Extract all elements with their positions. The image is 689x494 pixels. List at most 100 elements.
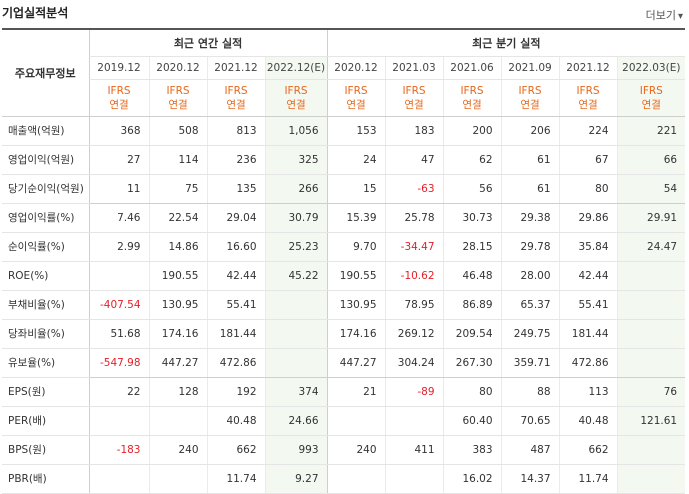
value-cell: 266	[264, 174, 328, 204]
standard-label: IFRS	[344, 84, 368, 97]
value-cell: 9.70	[326, 232, 386, 262]
value-cell: -407.54	[88, 290, 149, 320]
value-cell: 174.16	[326, 319, 386, 349]
value-cell: 993	[264, 435, 328, 465]
value-cell: 508	[148, 116, 207, 146]
value-cell: 30.73	[442, 203, 502, 233]
value-cell: 21	[326, 377, 386, 407]
value-cell: 447.27	[326, 348, 386, 378]
value-cell: 487	[500, 435, 560, 465]
value-cell: 29.04	[206, 203, 265, 233]
value-cell: 7.46	[88, 203, 149, 233]
consolidation-label: 연결	[226, 98, 246, 111]
value-cell: 304.24	[384, 348, 444, 378]
value-cell: 411	[384, 435, 444, 465]
value-cell: 47	[384, 145, 444, 175]
row-label: PBR(배)	[2, 464, 89, 494]
value-cell	[616, 319, 686, 349]
accounting-standard: IFRS 연결	[206, 79, 265, 117]
table-row: 영업이익률(%) 7.46 22.54 29.04 30.79 15.39 25.78 30.…	[2, 203, 686, 233]
value-cell: 42.44	[206, 261, 265, 291]
value-cell: 135	[206, 174, 265, 204]
value-cell: 29.86	[558, 203, 618, 233]
value-cell: 22.54	[148, 203, 207, 233]
value-cell: 54	[616, 174, 686, 204]
period-header: 2022.03(E)	[616, 56, 686, 80]
value-cell: 56	[442, 174, 502, 204]
value-cell: 174.16	[148, 319, 207, 349]
value-cell: 14.86	[148, 232, 207, 262]
standard-label: IFRS	[166, 84, 190, 97]
period-header: 2021.09	[500, 56, 560, 80]
value-cell: -183	[88, 435, 149, 465]
value-cell: 181.44	[558, 319, 618, 349]
value-cell: 29.78	[500, 232, 560, 262]
value-cell: 472.86	[206, 348, 265, 378]
value-cell: 55.41	[558, 290, 618, 320]
value-cell: 128	[148, 377, 207, 407]
corner-label: 주요재무정보	[2, 28, 89, 117]
value-cell: 15.39	[326, 203, 386, 233]
standard-label: IFRS	[518, 84, 542, 97]
value-cell: 224	[558, 116, 618, 146]
row-label: 매출액(억원)	[2, 116, 89, 146]
value-cell: 24.47	[616, 232, 686, 262]
value-cell: 70.65	[500, 406, 560, 436]
value-cell: 67	[558, 145, 618, 175]
period-header: 2022.12(E)	[264, 56, 328, 80]
consolidation-label: 연결	[168, 98, 188, 111]
period-header: 2020.12	[326, 56, 386, 80]
value-cell	[616, 435, 686, 465]
accounting-standard: IFRS 연결	[500, 79, 560, 117]
value-cell: 16.02	[442, 464, 502, 494]
value-cell: 29.91	[616, 203, 686, 233]
value-cell: 15	[326, 174, 386, 204]
value-cell: 28.00	[500, 261, 560, 291]
value-cell: -547.98	[88, 348, 149, 378]
value-cell	[88, 261, 149, 291]
value-cell	[264, 319, 328, 349]
standard-label: IFRS	[107, 84, 131, 97]
value-cell	[384, 464, 444, 494]
value-cell: 267.30	[442, 348, 502, 378]
value-cell: -10.62	[384, 261, 444, 291]
value-cell	[88, 464, 149, 494]
value-cell: 236	[206, 145, 265, 175]
value-cell: 114	[148, 145, 207, 175]
value-cell	[264, 348, 328, 378]
value-cell: 25.23	[264, 232, 328, 262]
value-cell: 42.44	[558, 261, 618, 291]
value-cell: 45.22	[264, 261, 328, 291]
financial-table: 주요재무정보 최근 연간 실적 최근 분기 실적 2019.12 2020.12 2…	[2, 28, 686, 494]
accounting-standard: IFRS 연결	[616, 79, 686, 117]
standard-label: IFRS	[576, 84, 600, 97]
more-link[interactable]: 더보기 ▾	[646, 7, 683, 23]
period-header: 2021.03	[384, 56, 444, 80]
value-cell: 447.27	[148, 348, 207, 378]
value-cell: 183	[384, 116, 444, 146]
consolidation-label: 연결	[641, 98, 661, 111]
value-cell: 190.55	[148, 261, 207, 291]
quarterly-group-header: 최근 분기 실적	[326, 28, 686, 57]
row-label: BPS(원)	[2, 435, 89, 465]
value-cell: 62	[442, 145, 502, 175]
value-cell: 325	[264, 145, 328, 175]
value-cell: -34.47	[384, 232, 444, 262]
value-cell: 113	[558, 377, 618, 407]
value-cell: 249.75	[500, 319, 560, 349]
consolidation-label: 연결	[520, 98, 540, 111]
value-cell	[88, 406, 149, 436]
row-label: ROE(%)	[2, 261, 89, 291]
value-cell: 240	[326, 435, 386, 465]
value-cell: 209.54	[442, 319, 502, 349]
value-cell: 88	[500, 377, 560, 407]
value-cell: 662	[558, 435, 618, 465]
table-row: PER(배) 40.48 24.66 60.40 70.65 40.48 121.61	[2, 406, 686, 436]
value-cell: 61	[500, 174, 560, 204]
value-cell: 27	[88, 145, 149, 175]
value-cell: 24.66	[264, 406, 328, 436]
accounting-standard: IFRS 연결	[88, 79, 149, 117]
value-cell	[326, 464, 386, 494]
period-header: 2021.12	[558, 56, 618, 80]
value-cell: 65.37	[500, 290, 560, 320]
